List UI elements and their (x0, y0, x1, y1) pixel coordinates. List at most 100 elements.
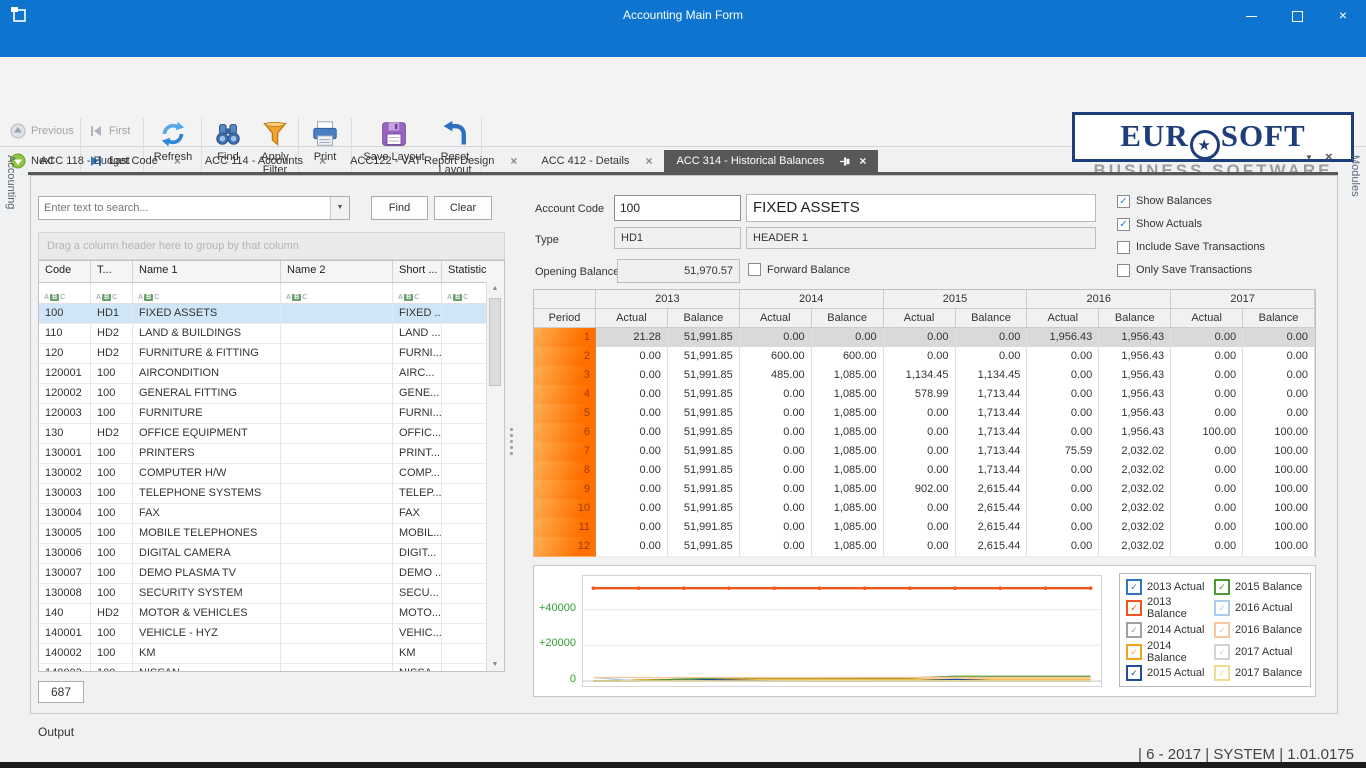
option-checkbox[interactable]: ✓Show Balances (1117, 194, 1265, 208)
doc-tab[interactable]: ACC 114 - Accounts× (193, 150, 338, 172)
grid-row[interactable]: 120002100GENERAL FITTINGGENE... (39, 384, 504, 404)
tabbar-close-icon[interactable]: × (1325, 149, 1333, 164)
legend-checkbox-icon[interactable]: ✓ (1214, 665, 1230, 681)
history-row[interactable]: 30.0051,991.85485.001,085.001,134.451,13… (534, 366, 1315, 385)
find-grid-button[interactable]: Find (371, 196, 428, 220)
tab-close-icon[interactable]: × (859, 154, 866, 168)
grid-row[interactable]: 100HD1FIXED ASSETSFIXED ... (39, 304, 504, 324)
grid-row[interactable]: 130002100COMPUTER H/WCOMP... (39, 464, 504, 484)
history-row[interactable]: 80.0051,991.850.001,085.000.001,713.440.… (534, 461, 1315, 480)
account-code-input[interactable] (614, 195, 741, 221)
legend-item[interactable]: ✓2013 Actual (1126, 578, 1214, 596)
legend-item[interactable]: ✓2016 Balance (1214, 621, 1312, 639)
first-button[interactable]: First (88, 120, 130, 142)
dock-tab-modules[interactable]: Modules (1349, 155, 1361, 197)
splitter-handle[interactable] (509, 425, 513, 469)
grid-column-header[interactable]: Name 1 (133, 261, 281, 282)
legend-item[interactable]: ✓2017 Balance (1214, 664, 1312, 682)
legend-checkbox-icon[interactable]: ✓ (1214, 644, 1230, 660)
history-row[interactable]: 90.0051,991.850.001,085.00902.002,615.44… (534, 480, 1315, 499)
pin-icon[interactable] (840, 156, 851, 167)
legend-item[interactable]: ✓2014 Balance (1126, 643, 1214, 661)
history-row[interactable]: 120.0051,991.850.001,085.000.002,615.440… (534, 537, 1315, 556)
legend-checkbox-icon[interactable]: ✓ (1126, 600, 1142, 616)
grid-row[interactable]: 120HD2FURNITURE & FITTINGFURNI... (39, 344, 504, 364)
grid-row[interactable]: 120003100FURNITUREFURNI... (39, 404, 504, 424)
restore-button[interactable] (1274, 0, 1320, 30)
legend-checkbox-icon[interactable]: ✓ (1126, 622, 1142, 638)
grid-row[interactable]: 120001100AIRCONDITIONAIRC... (39, 364, 504, 384)
doc-tab[interactable]: ACC 118 - Budget Code× (28, 150, 193, 172)
grid-filter-cell[interactable]: ABC (281, 283, 393, 303)
legend-item[interactable]: ✓2017 Actual (1214, 643, 1312, 661)
checkbox-icon[interactable]: ✓ (1117, 218, 1130, 231)
forward-balance-checkbox[interactable]: Forward Balance (748, 263, 850, 276)
tab-close-icon[interactable]: × (645, 154, 652, 168)
grid-filter-cell[interactable]: ABC (91, 283, 133, 303)
clear-button[interactable]: Clear (434, 196, 492, 220)
grid-filter-cell[interactable]: ABC (393, 283, 442, 303)
scroll-up-icon[interactable]: ▲ (487, 285, 503, 292)
option-checkbox[interactable]: Only Save Transactions (1117, 263, 1265, 277)
grid-column-header[interactable]: Code (39, 261, 91, 282)
option-checkbox[interactable]: ✓Show Actuals (1117, 217, 1265, 231)
legend-item[interactable]: ✓2016 Actual (1214, 599, 1312, 617)
tab-close-icon[interactable]: × (510, 154, 517, 168)
minimize-button[interactable] (1228, 0, 1274, 30)
grid-row[interactable]: 130007100DEMO PLASMA TVDEMO ... (39, 564, 504, 584)
checkbox-icon[interactable] (1117, 241, 1130, 254)
history-row[interactable]: 110.0051,991.850.001,085.000.002,615.440… (534, 518, 1315, 537)
close-button[interactable]: × (1320, 0, 1366, 30)
option-checkbox[interactable]: Include Save Transactions (1117, 240, 1265, 254)
history-row[interactable]: 40.0051,991.850.001,085.00578.991,713.44… (534, 385, 1315, 404)
grid-column-header[interactable]: Short ... (393, 261, 442, 282)
grid-row[interactable]: 140001100VEHICLE - HYZVEHIC... (39, 624, 504, 644)
grid-row[interactable]: 130008100SECURITY SYSTEMSECU... (39, 584, 504, 604)
legend-item[interactable]: ✓2013 Balance (1126, 599, 1214, 617)
doc-tab[interactable]: ACC 314 - Historical Balances× (664, 150, 878, 172)
grid-row[interactable]: 130003100TELEPHONE SYSTEMSTELEP... (39, 484, 504, 504)
grid-filter-cell[interactable]: ABC (39, 283, 91, 303)
history-row[interactable]: 100.0051,991.850.001,085.000.002,615.440… (534, 499, 1315, 518)
grid-filter-cell[interactable]: ABC (442, 283, 489, 303)
legend-checkbox-icon[interactable]: ✓ (1214, 579, 1230, 595)
search-dropdown-icon[interactable]: ▼ (330, 197, 349, 219)
scroll-down-icon[interactable]: ▼ (487, 661, 503, 668)
search-input[interactable] (39, 197, 330, 219)
grid-filter-cell[interactable]: ABC (133, 283, 281, 303)
grid-row[interactable]: 140003100NISSANNISSA... (39, 664, 504, 672)
legend-item[interactable]: ✓2015 Actual (1126, 664, 1214, 682)
legend-item[interactable]: ✓2014 Actual (1126, 621, 1214, 639)
legend-checkbox-icon[interactable]: ✓ (1126, 665, 1142, 681)
grid-column-header[interactable]: Name 2 (281, 261, 393, 282)
legend-checkbox-icon[interactable]: ✓ (1214, 600, 1230, 616)
tab-close-icon[interactable]: × (319, 154, 326, 168)
dock-tab-accounting[interactable]: Accounting (5, 155, 17, 209)
checkbox-icon[interactable]: ✓ (1117, 195, 1130, 208)
history-row[interactable]: 60.0051,991.850.001,085.000.001,713.440.… (534, 423, 1315, 442)
legend-item[interactable]: ✓2015 Balance (1214, 578, 1312, 596)
scroll-thumb[interactable] (489, 298, 501, 386)
history-row[interactable]: 20.0051,991.85600.00600.000.000.000.001,… (534, 347, 1315, 366)
grid-row[interactable]: 130005100MOBILE TELEPHONESMOBIL... (39, 524, 504, 544)
legend-checkbox-icon[interactable]: ✓ (1126, 644, 1142, 660)
history-row[interactable]: 121.2851,991.850.000.000.000.001,956.431… (534, 328, 1315, 347)
checkbox-icon[interactable] (1117, 264, 1130, 277)
legend-checkbox-icon[interactable]: ✓ (1126, 579, 1142, 595)
tab-close-icon[interactable]: × (174, 154, 181, 168)
tab-list-chevron-icon[interactable]: ▼ (1305, 153, 1313, 162)
history-row[interactable]: 50.0051,991.850.001,085.000.001,713.440.… (534, 404, 1315, 423)
grid-row[interactable]: 140002100KMKM (39, 644, 504, 664)
legend-checkbox-icon[interactable]: ✓ (1214, 622, 1230, 638)
grid-row[interactable]: 130HD2OFFICE EQUIPMENTOFFIC... (39, 424, 504, 444)
grid-row[interactable]: 140HD2MOTOR & VEHICLESMOTO... (39, 604, 504, 624)
previous-button[interactable]: Previous (10, 120, 74, 142)
doc-tab[interactable]: ACC122 - VAT Report Design× (338, 150, 529, 172)
grid-row[interactable]: 110HD2LAND & BUILDINGSLAND ... (39, 324, 504, 344)
checkbox-icon[interactable] (748, 263, 761, 276)
grid-column-header[interactable]: Statistic ... (442, 261, 489, 282)
grid-row[interactable]: 130004100FAXFAX (39, 504, 504, 524)
doc-tab[interactable]: ACC 412 - Details× (529, 150, 664, 172)
grid-row[interactable]: 130001100PRINTERSPRINT... (39, 444, 504, 464)
vertical-scrollbar[interactable]: ▲ ▼ (486, 282, 504, 671)
